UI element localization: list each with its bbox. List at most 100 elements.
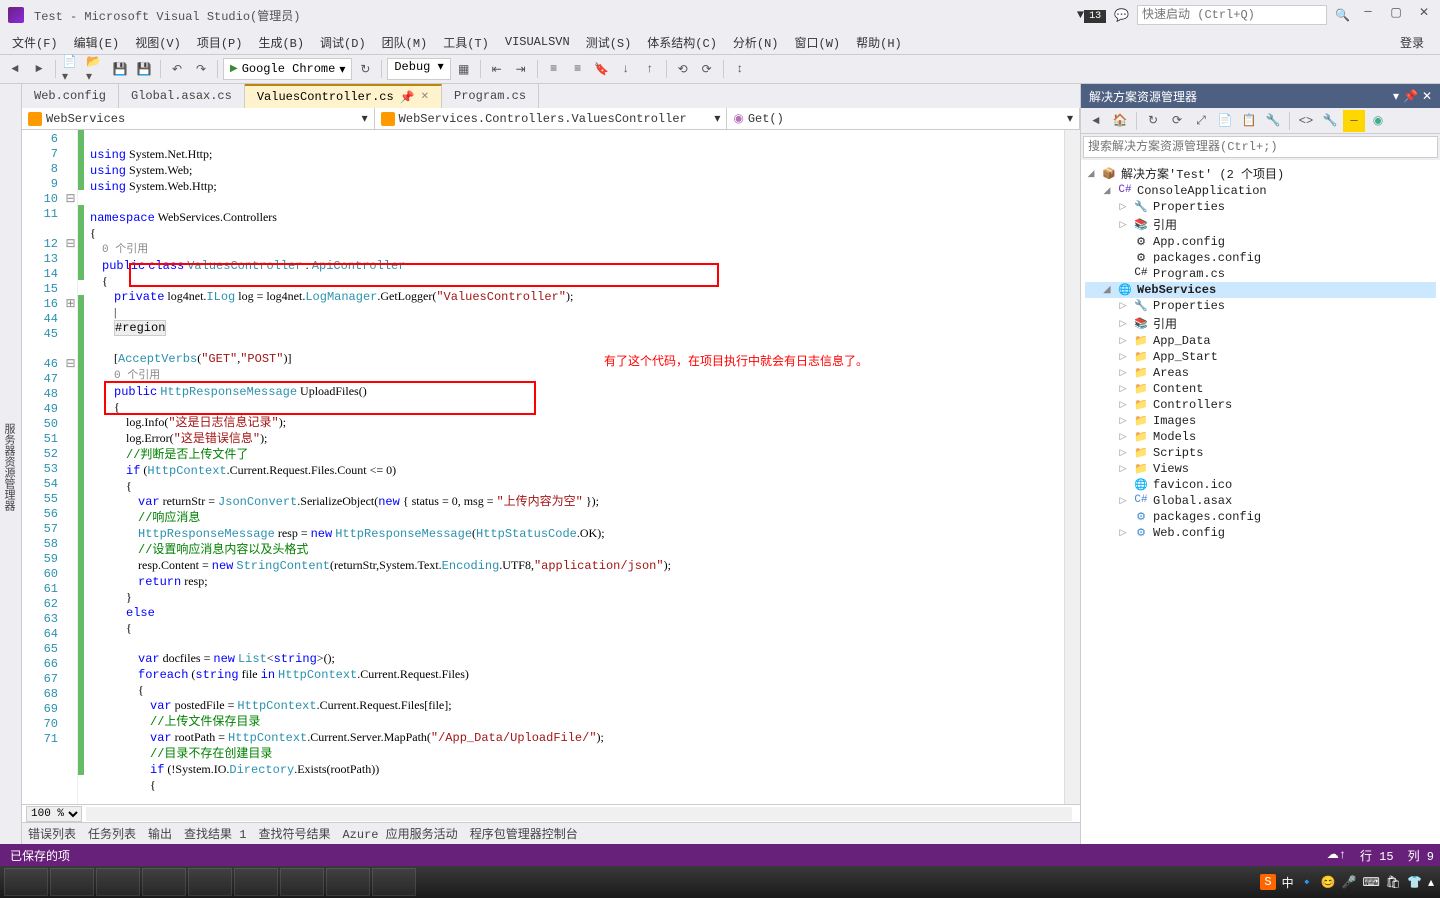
tree-item[interactable]: ▷📁Areas [1085, 365, 1436, 381]
minimize-button[interactable]: ─ [1358, 5, 1378, 25]
sol-copy-icon[interactable]: 📋 [1238, 110, 1260, 132]
comment-icon[interactable]: ≡ [543, 58, 565, 80]
sol-home-icon[interactable]: 🏠 [1109, 110, 1131, 132]
step2-icon[interactable]: ⟳ [696, 58, 718, 80]
menu-arch[interactable]: 体系结构(C) [641, 32, 723, 53]
tree-item[interactable]: ▷📁Images [1085, 413, 1436, 429]
tree-item[interactable]: ⚙packages.config [1085, 509, 1436, 525]
tree-item[interactable]: ▷🔧Properties [1085, 298, 1436, 314]
tray-icon-1[interactable]: 🔹 [1300, 875, 1315, 890]
new-file-icon[interactable]: 📄▾ [61, 58, 83, 80]
tree-item[interactable]: ▷📁Views [1085, 461, 1436, 477]
tray-icon-4[interactable]: ⌨ [1362, 875, 1379, 890]
tab-global[interactable]: Global.asax.cs [119, 84, 245, 108]
tree-item[interactable]: ▷📁App_Start [1085, 349, 1436, 365]
method-dropdown[interactable]: ◉Get()▾ [727, 108, 1080, 129]
taskbar-app-7[interactable] [326, 868, 370, 896]
step-icon[interactable]: ⟲ [672, 58, 694, 80]
code-editor[interactable]: using System.Net.Http; using System.Web;… [84, 130, 1064, 804]
tab-find1[interactable]: 查找结果 1 [184, 825, 246, 842]
sol-show-icon[interactable]: 📄 [1214, 110, 1236, 132]
redo-icon[interactable]: ↷ [190, 58, 212, 80]
code-folding[interactable]: ⊟ ⊟ ⊞ ⊟ [64, 130, 78, 804]
menu-view[interactable]: 视图(V) [129, 32, 187, 53]
login-link[interactable]: 登录 [1394, 32, 1430, 53]
tree-item[interactable]: C#Program.cs [1085, 266, 1436, 282]
taskbar-app-6[interactable] [280, 868, 324, 896]
tab-program[interactable]: Program.cs [442, 84, 539, 108]
menu-build[interactable]: 生成(B) [252, 32, 310, 53]
menu-help[interactable]: 帮助(H) [850, 32, 908, 53]
taskbar-app-4[interactable] [188, 868, 232, 896]
save-icon[interactable]: 💾 [109, 58, 131, 80]
undo-icon[interactable]: ↶ [166, 58, 188, 80]
close-button[interactable]: ✕ [1414, 5, 1434, 25]
class-dropdown[interactable]: WebServices.Controllers.ValuesController… [375, 108, 728, 129]
tree-item[interactable]: ▷📚引用 [1085, 215, 1436, 234]
zoom-dropdown[interactable]: 100 % [26, 806, 82, 822]
sol-blue-icon[interactable]: ◉ [1367, 110, 1389, 132]
menu-analyze[interactable]: 分析(N) [727, 32, 785, 53]
uncomment-icon[interactable]: ≡ [567, 58, 589, 80]
server-explorer-pin[interactable]: 服务器资源管理器 [0, 84, 22, 844]
tree-item[interactable]: ▷C#Global.asax [1085, 493, 1436, 509]
panel-close-icon[interactable]: ✕ [1422, 89, 1432, 104]
tab-output[interactable]: 输出 [148, 825, 172, 842]
outdent-icon[interactable]: ⇥ [510, 58, 532, 80]
maximize-button[interactable]: ▢ [1386, 5, 1406, 25]
sol-back-icon[interactable]: ◄ [1085, 110, 1107, 132]
sol-collapse-icon[interactable]: ⤢ [1190, 110, 1212, 132]
project-webservices[interactable]: ◢🌐WebServices [1085, 282, 1436, 298]
open-file-icon[interactable]: 📂▾ [85, 58, 107, 80]
menu-debug[interactable]: 调试(D) [314, 32, 372, 53]
feedback-icon[interactable]: 💬 [1114, 8, 1129, 23]
extra1-icon[interactable]: ▦ [453, 58, 475, 80]
tab-error-list[interactable]: 错误列表 [28, 825, 76, 842]
taskbar-app-3[interactable] [142, 868, 186, 896]
taskbar-app-2[interactable] [96, 868, 140, 896]
sol-code-icon[interactable]: <> [1295, 110, 1317, 132]
taskbar-app-8[interactable] [372, 868, 416, 896]
close-tab-icon[interactable]: ✕ [421, 91, 429, 103]
bookmark-icon[interactable]: 🔖 [591, 58, 613, 80]
status-publish-icon[interactable]: ☁↑ [1327, 847, 1346, 864]
menu-edit[interactable]: 编辑(E) [68, 32, 126, 53]
sol-prop-icon[interactable]: 🔧 [1262, 110, 1284, 132]
tree-item[interactable]: ▷📁Scripts [1085, 445, 1436, 461]
sol-prop2-icon[interactable]: 🔧 [1319, 110, 1341, 132]
panel-dropdown-icon[interactable]: ▾ [1393, 89, 1399, 104]
prev-icon[interactable]: ↑ [639, 58, 661, 80]
forward-button[interactable]: ► [28, 58, 50, 80]
tray-cn[interactable]: 中 [1282, 874, 1294, 891]
menu-tools[interactable]: 工具(T) [437, 32, 495, 53]
tab-task-list[interactable]: 任务列表 [88, 825, 136, 842]
solution-root[interactable]: ◢📦解决方案'Test' (2 个项目) [1085, 164, 1436, 183]
next-icon[interactable]: ↓ [615, 58, 637, 80]
horizontal-scrollbar[interactable] [86, 807, 1072, 821]
vertical-scrollbar[interactable] [1064, 130, 1080, 804]
git-icon[interactable]: ↕ [729, 58, 751, 80]
tab-find-symbol[interactable]: 查找符号结果 [258, 825, 330, 842]
solution-search-input[interactable] [1083, 136, 1438, 158]
tray-icon-2[interactable]: 😊 [1321, 875, 1336, 890]
tree-item[interactable]: ▷📁Content [1085, 381, 1436, 397]
menu-test[interactable]: 测试(S) [580, 32, 638, 53]
tab-valuescontroller[interactable]: ValuesController.cs📌✕ [245, 84, 442, 108]
menu-file[interactable]: 文件(F) [6, 32, 64, 53]
taskbar-app-5[interactable] [234, 868, 278, 896]
tree-item[interactable]: ▷📁Models [1085, 429, 1436, 445]
start-button[interactable] [4, 868, 48, 896]
indent-icon[interactable]: ⇤ [486, 58, 508, 80]
tree-item[interactable]: ▷🔧Properties [1085, 199, 1436, 215]
save-all-icon[interactable]: 💾 [133, 58, 155, 80]
tree-item[interactable]: ▷📚引用 [1085, 314, 1436, 333]
project-console[interactable]: ◢C#ConsoleApplication [1085, 183, 1436, 199]
flag-icon[interactable]: ▼13 [1077, 8, 1106, 22]
tree-item[interactable]: ⚙packages.config [1085, 250, 1436, 266]
refresh-icon[interactable]: ↻ [354, 58, 376, 80]
ime-icon[interactable]: S [1260, 874, 1275, 890]
tab-webconfig[interactable]: Web.config [22, 84, 119, 108]
quick-launch-input[interactable] [1137, 5, 1327, 25]
sol-sync-icon[interactable]: ↻ [1142, 110, 1164, 132]
tab-azure[interactable]: Azure 应用服务活动 [342, 825, 457, 842]
